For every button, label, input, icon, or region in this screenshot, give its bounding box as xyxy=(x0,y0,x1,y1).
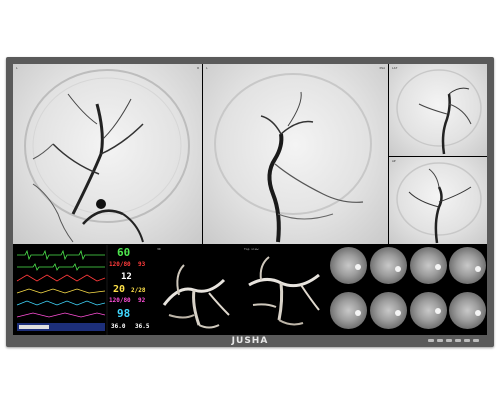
vessel-3d-render-a[interactable]: 3D xyxy=(154,245,240,335)
mri-highlights xyxy=(355,264,481,316)
vessel-3d-image-a xyxy=(162,264,230,329)
angiogram-small-ap[interactable]: AP xyxy=(389,157,487,244)
vessel-3d-render-b[interactable]: Top view xyxy=(241,245,327,335)
art-aux: 92 xyxy=(138,297,146,304)
brand-logo: JUSHA xyxy=(231,336,269,346)
pane4-label: AP xyxy=(392,159,396,163)
pane1-label-right: R xyxy=(197,66,199,70)
panel-button-2[interactable] xyxy=(437,339,443,342)
vessel-3d-label-a: 3D xyxy=(157,247,161,251)
temp2-value: 36.5 xyxy=(135,323,150,330)
angiogram-small-lateral[interactable]: LAT xyxy=(389,64,487,156)
ibp-value: 20 xyxy=(113,284,126,295)
mri-grid[interactable] xyxy=(328,245,487,335)
vessel-3d-label-b: Top view xyxy=(244,247,259,251)
angiogram-lateral-carotid[interactable]: L DSA xyxy=(203,64,388,244)
angiogram-ap-skull-image xyxy=(24,69,190,243)
ibp-aux: 2/28 xyxy=(131,287,146,294)
angiogram-ap-skull[interactable]: L R xyxy=(13,64,202,244)
temp1-value: 36.0 xyxy=(111,323,126,330)
pane1-label-left: L xyxy=(16,66,18,70)
spo2-value: 98 xyxy=(117,307,131,320)
pane2-label-right: DSA xyxy=(379,66,385,70)
art-value: 120/80 xyxy=(109,297,131,304)
panel-button-5[interactable] xyxy=(464,339,470,342)
angiogram-lateral-image xyxy=(214,73,372,243)
pane3-label: LAT xyxy=(392,66,398,70)
pane2-label-left: L xyxy=(206,66,208,70)
panel-button-4[interactable] xyxy=(455,339,461,342)
panel-button-3[interactable] xyxy=(446,339,452,342)
monitor-screen: L R L DSA LAT AP 60 120/80 93 12 20 2/28… xyxy=(13,64,487,335)
patient-monitor-panel[interactable]: 60 120/80 93 12 20 2/28 120/80 92 98 36.… xyxy=(13,245,153,335)
nibp-value: 120/80 xyxy=(109,261,131,268)
angiogram-small-lateral-image xyxy=(396,69,482,155)
rr-value: 12 xyxy=(121,272,132,282)
angiogram-small-ap-image xyxy=(396,162,482,244)
nibp-aux: 93 xyxy=(138,261,146,268)
front-panel-buttons xyxy=(428,339,479,342)
vessel-3d-image-b xyxy=(248,256,320,326)
panel-button-1[interactable] xyxy=(428,339,434,342)
hr-value: 60 xyxy=(117,246,131,259)
panel-button-6[interactable] xyxy=(473,339,479,342)
